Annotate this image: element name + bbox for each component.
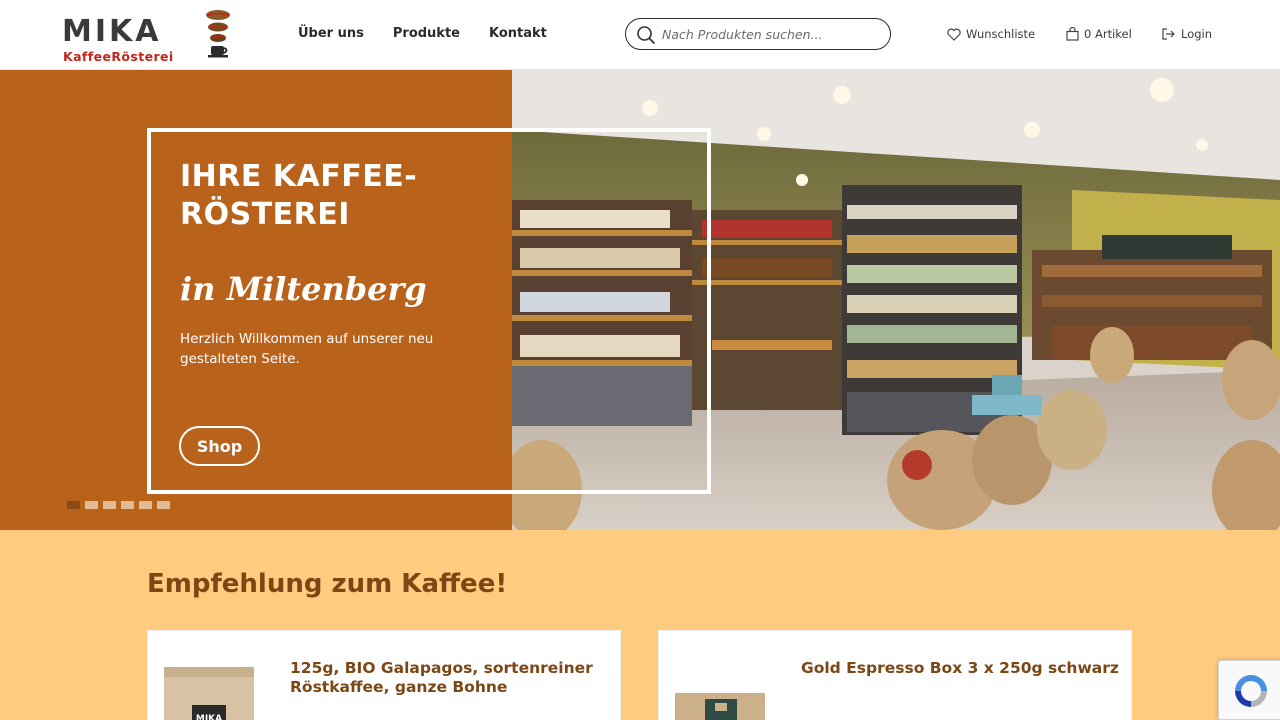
- svg-text:MIKA: MIKA: [196, 714, 222, 720]
- coffee-bean-logo-icon: [206, 10, 230, 58]
- product-name[interactable]: 125g, BIO Galapagos, sortenreiner Röstka…: [290, 659, 610, 697]
- search-input[interactable]: [662, 25, 877, 43]
- slider-dot-6[interactable]: [157, 501, 170, 509]
- product-name[interactable]: Gold Espresso Box 3 x 250g schwarz: [801, 659, 1121, 678]
- bag-icon: [1066, 27, 1079, 41]
- nav-item-kontakt[interactable]: Kontakt: [489, 26, 547, 41]
- main-nav: Über uns Produkte Kontakt: [298, 26, 547, 41]
- nav-item-ueber-uns[interactable]: Über uns: [298, 26, 364, 41]
- slider-dot-1[interactable]: [67, 501, 80, 509]
- hero-slider: IHRE KAFFEE-RÖSTEREI in Miltenberg Herzl…: [0, 70, 1280, 530]
- product-image-espresso-box: [675, 693, 765, 720]
- slider-dot-5[interactable]: [139, 501, 152, 509]
- heart-icon: [947, 28, 961, 41]
- cart-link[interactable]: 0 Artikel: [1066, 27, 1132, 41]
- login-icon: [1162, 28, 1175, 40]
- login-label: Login: [1181, 27, 1213, 41]
- slider-dot-2[interactable]: [85, 501, 98, 509]
- section-title: Empfehlung zum Kaffee!: [147, 569, 508, 599]
- brand-name: MIKA: [62, 14, 162, 49]
- brand-tagline: KaffeeRösterei: [63, 49, 174, 64]
- recaptcha-icon: [1235, 675, 1267, 707]
- cart-label: 0 Artikel: [1084, 27, 1132, 41]
- hero-text: Herzlich Willkommen auf unserer neu gest…: [180, 331, 434, 367]
- slider-dots: [67, 501, 170, 509]
- product-card[interactable]: MIKA 125g, BIO Galapagos, sortenreiner R…: [147, 630, 621, 720]
- nav-item-produkte[interactable]: Produkte: [393, 26, 460, 41]
- slider-dot-4[interactable]: [121, 501, 134, 509]
- wishlist-label: Wunschliste: [966, 27, 1036, 41]
- brand-logo[interactable]: MIKA KaffeeRösterei: [62, 8, 234, 64]
- slider-dot-3[interactable]: [103, 501, 116, 509]
- search-box: [625, 18, 891, 50]
- hero-title: IHRE KAFFEE-RÖSTEREI: [180, 159, 418, 232]
- wishlist-link[interactable]: Wunschliste: [947, 27, 1035, 41]
- hero-subtitle-script: in Miltenberg: [180, 270, 427, 308]
- login-link[interactable]: Login: [1161, 27, 1212, 41]
- product-image-coffee-bag: MIKA: [164, 667, 254, 720]
- product-card[interactable]: Gold Espresso Box 3 x 250g schwarz: [658, 630, 1132, 720]
- site-header: MIKA KaffeeRösterei Über uns Produkte Ko…: [0, 0, 1280, 70]
- shop-button[interactable]: Shop: [179, 426, 260, 466]
- search-icon[interactable]: [636, 25, 656, 45]
- recaptcha-badge[interactable]: [1218, 660, 1280, 720]
